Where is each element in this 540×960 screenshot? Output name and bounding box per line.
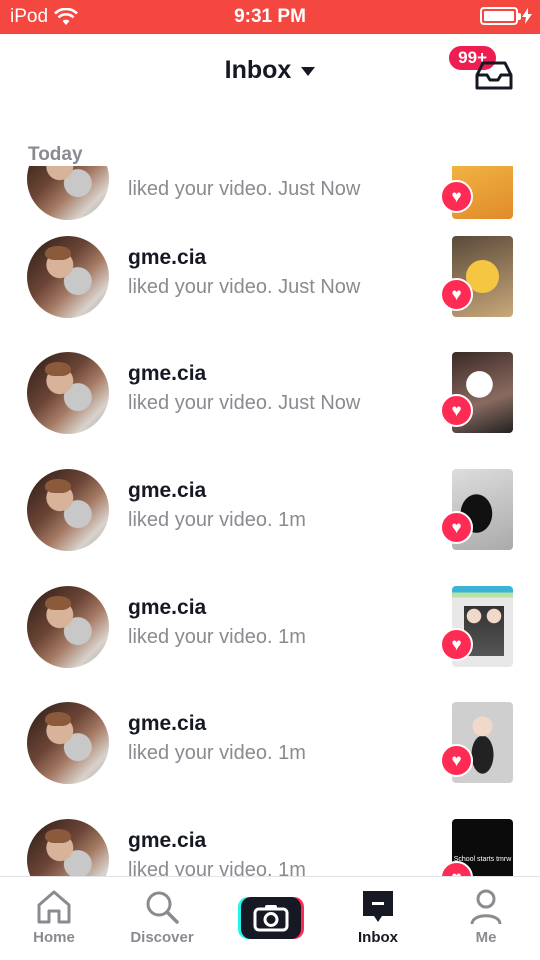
notification-message: liked your video. Just Now [128,392,361,414]
username[interactable]: gme.cia [128,712,206,736]
avatar[interactable] [27,819,109,876]
section-label-today: Today [28,144,83,165]
camera-icon [253,905,289,932]
message-icon [363,891,393,922]
notification-message: liked your video. 1m [128,742,306,764]
tab-label: Me [475,929,497,946]
avatar[interactable] [27,166,109,220]
notification-row[interactable]: gme.cia liked your video. Just Now ♥ [0,338,540,454]
tab-discover[interactable]: Discover [108,887,216,946]
heart-icon: ♥ [440,628,473,661]
notification-row[interactable]: gme.cia liked your video. 1m ♥ [0,455,540,571]
heart-icon: ♥ [440,511,473,544]
charging-icon [522,8,532,24]
heart-icon: ♥ [440,278,473,311]
heart-icon: ♥ [440,180,473,213]
page-title: Inbox [224,56,292,84]
header: Inbox 99+ [0,34,540,110]
tab-label: Home [33,929,75,946]
notification-list[interactable]: liked your video. Just Now ♥ gme.cia lik… [0,166,540,876]
notification-message: liked your video. Just Now [128,178,361,200]
notification-row[interactable]: gme.cia liked your video. Just Now ♥ [0,222,540,338]
avatar[interactable] [27,586,109,668]
tab-home[interactable]: Home [0,887,108,946]
heart-icon: ♥ [440,394,473,427]
profile-icon [470,889,502,925]
username[interactable]: gme.cia [128,829,206,853]
heart-icon: ♥ [440,744,473,777]
battery [480,7,532,25]
notification-row[interactable]: gme.cia liked your video. 1m ♥ [0,572,540,688]
avatar[interactable] [27,702,109,784]
tab-label: Discover [130,929,194,946]
notification-row[interactable]: gme.cia liked your video. 1m School star… [0,805,540,876]
battery-icon [480,7,521,25]
username[interactable]: gme.cia [128,479,206,503]
caret-down-icon [301,67,316,76]
inbox-tray-icon[interactable] [474,58,514,92]
tab-label: Inbox [358,929,398,946]
notification-row[interactable]: gme.cia liked your video. 1m ♥ [0,688,540,804]
username[interactable]: gme.cia [128,596,206,620]
notification-message: liked your video. Just Now [128,276,361,298]
tab-me[interactable]: Me [432,887,540,946]
create-video-button[interactable] [238,897,304,939]
avatar[interactable] [27,236,109,318]
notification-message: liked your video. 1m [128,509,306,531]
search-icon [146,891,179,924]
bottom-tab-bar: Home Discover Inbox Me [0,876,540,960]
username[interactable]: gme.cia [128,362,206,386]
avatar[interactable] [27,469,109,551]
notification-message: liked your video. 1m [128,859,306,876]
username[interactable]: gme.cia [128,246,206,270]
home-icon [37,890,71,924]
tab-inbox[interactable]: Inbox [324,887,432,946]
avatar[interactable] [27,352,109,434]
status-bar: iPod 9:31 PM [0,0,540,34]
notification-message: liked your video. 1m [128,626,306,648]
clock: 9:31 PM [234,6,306,27]
